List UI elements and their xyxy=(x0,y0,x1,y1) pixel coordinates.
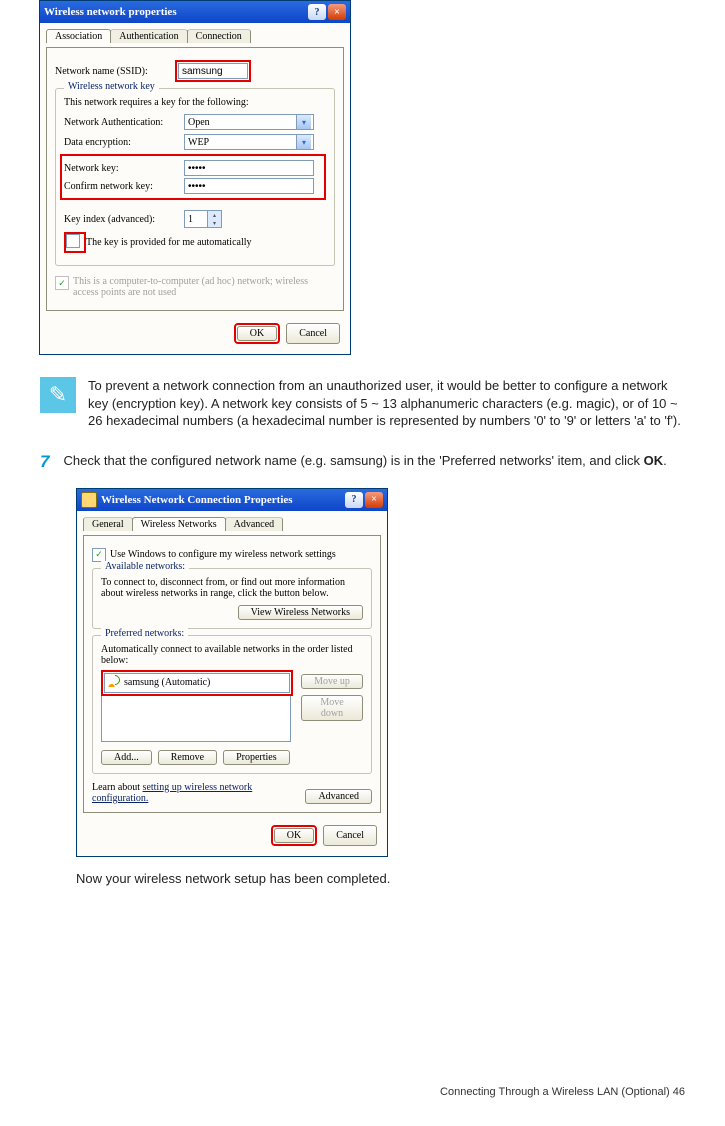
step-text-bold: OK xyxy=(644,453,664,468)
keyidx-spin[interactable]: 1 ▴▾ xyxy=(184,210,222,228)
add-button[interactable]: Add... xyxy=(101,750,152,765)
enc-value: WEP xyxy=(188,137,209,148)
use-windows-checkbox[interactable]: ✓ xyxy=(92,548,106,562)
ssid-input[interactable] xyxy=(178,63,248,79)
avail-legend: Available networks: xyxy=(101,561,189,572)
step-text: Check that the configured network name (… xyxy=(63,452,666,472)
enc-label: Data encryption: xyxy=(64,137,184,148)
chevron-down-icon: ▾ xyxy=(296,115,311,129)
titlebar: Wireless Network Connection Properties ?… xyxy=(77,489,387,511)
spin-down-icon[interactable]: ▾ xyxy=(207,219,221,227)
step-text-before: Check that the configured network name (… xyxy=(63,453,643,468)
group-legend: Wireless network key xyxy=(64,81,159,92)
available-networks-group: Available networks: To connect to, disco… xyxy=(92,568,372,629)
step-7: 7 Check that the configured network name… xyxy=(40,452,685,472)
auth-value: Open xyxy=(188,117,210,128)
wifi-icon xyxy=(108,677,120,687)
view-networks-button[interactable]: View Wireless Networks xyxy=(238,605,363,620)
spin-up-icon[interactable]: ▴ xyxy=(207,211,221,219)
adhoc-checkbox: ✓ xyxy=(55,276,69,290)
tab-advanced[interactable]: Advanced xyxy=(225,517,284,531)
tab-general[interactable]: General xyxy=(83,517,133,531)
properties-button[interactable]: Properties xyxy=(223,750,290,765)
ssid-label: Network name (SSID): xyxy=(55,66,175,77)
list-item[interactable]: samsung (Automatic) xyxy=(107,676,287,689)
pref-item-label: samsung (Automatic) xyxy=(124,677,210,688)
learn-text: Learn about setting up wireless network … xyxy=(92,782,262,804)
page-footer: Connecting Through a Wireless LAN (Optio… xyxy=(440,1086,685,1098)
auto-key-label: The key is provided for me automatically xyxy=(86,237,252,248)
completion-text: Now your wireless network setup has been… xyxy=(76,871,685,886)
adhoc-label: This is a computer-to-computer (ad hoc) … xyxy=(73,276,313,298)
tab-authentication[interactable]: Authentication xyxy=(110,29,187,43)
note-text: To prevent a network connection from an … xyxy=(88,377,685,430)
close-button[interactable]: × xyxy=(328,4,346,20)
titlebar: Wireless network properties ? × xyxy=(40,1,350,23)
cancel-button[interactable]: Cancel xyxy=(286,323,340,344)
wireless-properties-dialog: Wireless network properties ? × Associat… xyxy=(39,0,351,355)
learn-prefix: Learn about xyxy=(92,782,143,793)
network-icon xyxy=(81,492,97,508)
title-text: Wireless network properties xyxy=(44,6,177,18)
preferred-networks-group: Preferred networks: Automatically connec… xyxy=(92,635,372,774)
key-label: Network key: xyxy=(64,163,184,174)
auto-key-checkbox[interactable] xyxy=(66,234,80,248)
tab-wireless[interactable]: Wireless Networks xyxy=(132,517,226,531)
ok-button[interactable]: OK xyxy=(237,326,277,341)
pref-legend: Preferred networks: xyxy=(101,628,188,639)
cancel-button[interactable]: Cancel xyxy=(323,825,377,846)
tab-connection[interactable]: Connection xyxy=(187,29,251,43)
auth-label: Network Authentication: xyxy=(64,117,184,128)
info-note: ✎ To prevent a network connection from a… xyxy=(40,377,685,430)
enc-dropdown[interactable]: WEP ▾ xyxy=(184,134,314,150)
confirm-input[interactable] xyxy=(184,178,314,194)
help-button[interactable]: ? xyxy=(308,4,326,20)
connection-properties-dialog: Wireless Network Connection Properties ?… xyxy=(76,488,388,857)
key-input[interactable] xyxy=(184,160,314,176)
ok-button[interactable]: OK xyxy=(274,828,314,843)
preferred-list[interactable]: samsung (Automatic) xyxy=(104,673,290,693)
advanced-button[interactable]: Advanced xyxy=(305,789,372,804)
remove-button[interactable]: Remove xyxy=(158,750,217,765)
move-down-button: Move down xyxy=(301,695,363,721)
chevron-down-icon: ▾ xyxy=(296,135,311,149)
pencil-icon: ✎ xyxy=(40,377,76,413)
keyidx-value: 1 xyxy=(185,214,207,225)
auth-dropdown[interactable]: Open ▾ xyxy=(184,114,314,130)
move-up-button: Move up xyxy=(301,674,363,689)
step-number: 7 xyxy=(40,452,49,472)
help-button[interactable]: ? xyxy=(345,492,363,508)
title-text: Wireless Network Connection Properties xyxy=(101,494,293,506)
tabs: General Wireless Networks Advanced xyxy=(83,517,381,531)
keyidx-label: Key index (advanced): xyxy=(64,214,184,225)
step-text-after: . xyxy=(663,453,667,468)
group-intro: This network requires a key for the foll… xyxy=(64,97,326,108)
pref-text: Automatically connect to available netwo… xyxy=(101,644,363,666)
use-windows-label: Use Windows to configure my wireless net… xyxy=(110,549,336,560)
tabs: Association Authentication Connection xyxy=(46,29,344,43)
preferred-list-rest[interactable] xyxy=(101,696,291,742)
confirm-label: Confirm network key: xyxy=(64,181,184,192)
avail-text: To connect to, disconnect from, or find … xyxy=(101,577,363,599)
tab-association[interactable]: Association xyxy=(46,29,111,43)
close-button[interactable]: × xyxy=(365,492,383,508)
wireless-key-group: Wireless network key This network requir… xyxy=(55,88,335,266)
